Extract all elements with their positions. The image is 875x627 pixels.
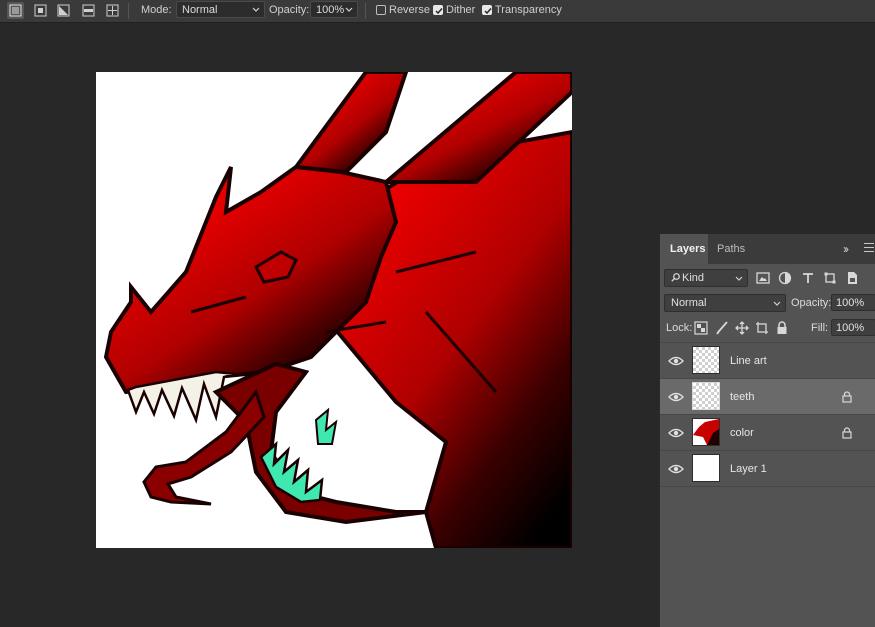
filter-kind-dropdown[interactable]: Kind [664,269,748,287]
layer-row-layer-1[interactable]: Layer 1 [660,450,875,486]
layer-thumbnail [692,382,720,410]
layer-row-line-art[interactable]: Line art [660,342,875,378]
layer-row-color[interactable]: color [660,414,875,450]
eye-icon[interactable] [668,391,684,403]
layer-thumbnail [692,454,720,482]
eye-icon[interactable] [668,427,684,439]
fill-value: 100% [836,322,865,334]
mode-value: Normal [182,4,218,16]
diamond-gradient-icon[interactable] [104,2,121,19]
radial-gradient-icon[interactable] [32,2,49,19]
layer-thumbnail [692,418,720,446]
chevron-down-icon [252,7,260,12]
blend-mode-dropdown[interactable]: Normal [664,294,786,312]
layer-opacity-value: 100% [836,297,865,309]
lock-position-icon[interactable] [735,321,749,335]
lock-label: Lock: [666,322,693,334]
filter-kind-value: Kind [682,272,705,284]
lock-artboard-icon[interactable] [755,321,769,335]
image-filter-icon[interactable] [756,271,770,285]
opacity-value: 100% [316,4,345,16]
lock-transparent-pixels-icon[interactable] [694,321,708,335]
eye-icon[interactable] [668,463,684,475]
chevron-down-icon [735,276,743,281]
separator [128,3,129,19]
opacity-field[interactable]: 100% [310,1,358,18]
smart-object-filter-icon[interactable] [845,271,859,285]
divider [660,486,875,487]
reflected-gradient-icon[interactable] [80,2,97,19]
blend-mode-value: Normal [671,297,707,309]
lock-icon [842,427,852,439]
transparency-checkbox[interactable] [482,5,492,15]
lock-image-pixels-icon[interactable] [715,321,729,335]
mode-label: Mode: [141,4,172,16]
layer-thumbnail [692,346,720,374]
dragon-artwork [103,72,572,548]
chevron-down-icon [345,7,353,12]
reverse-label: Reverse [389,4,430,16]
checkmark-icon [484,8,492,15]
reverse-checkbox[interactable] [376,5,386,15]
layers-panel: Layers Paths ›› Kind Normal Opacity: 100… [659,234,875,627]
fill-field[interactable]: 100% [831,319,875,336]
search-icon [671,273,680,282]
options-bar: Mode: Normal Opacity: 100% Reverse Dithe… [0,0,875,23]
layer-row-teeth[interactable]: teeth [660,378,875,414]
chevron-down-icon [773,301,781,306]
layer-name: color [730,427,754,439]
checkmark-icon [435,8,443,15]
dither-label: Dither [446,4,476,16]
layer-name: Line art [730,355,767,367]
separator [365,3,366,19]
tab-layers[interactable]: Layers [670,243,705,255]
eye-icon[interactable] [668,355,684,367]
opacity-label: Opacity: [269,4,310,16]
dither-checkbox[interactable] [433,5,443,15]
transparency-label: Transparency [495,4,562,16]
lock-icon [842,391,852,403]
panel-menu-icon[interactable] [864,243,874,255]
mode-dropdown[interactable]: Normal [176,1,265,18]
angle-gradient-icon[interactable] [55,2,72,19]
layer-name: Layer 1 [730,463,767,475]
type-filter-icon[interactable] [801,271,815,285]
double-chevron-right-icon[interactable]: ›› [843,242,849,256]
linear-gradient-icon[interactable] [7,2,24,19]
dragon-thumbnail [693,419,719,445]
tab-paths[interactable]: Paths [717,243,745,255]
layer-opacity-field[interactable]: 100% [831,294,875,311]
shape-filter-icon[interactable] [823,271,837,285]
layer-opacity-label: Opacity: [791,297,832,309]
layer-name: teeth [730,391,755,403]
panel-tab-bar: Layers Paths ›› [660,234,875,264]
lock-all-icon[interactable] [775,321,789,335]
fill-label: Fill: [811,322,829,334]
document-canvas[interactable] [96,72,572,548]
adjustment-filter-icon[interactable] [778,271,792,285]
